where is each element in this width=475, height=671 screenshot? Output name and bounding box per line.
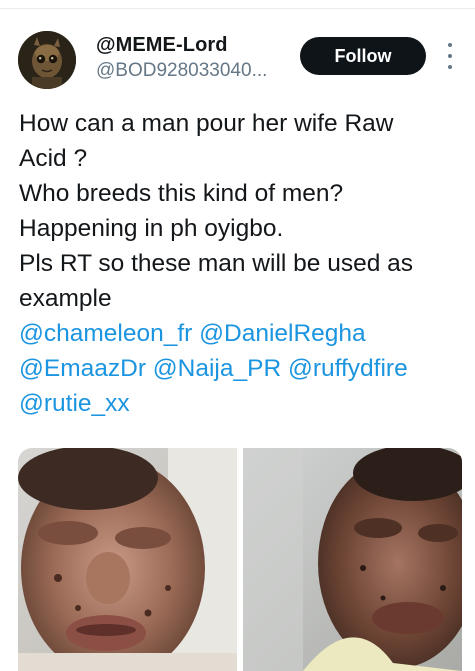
mention-link[interactable]: @rutie_xx xyxy=(19,390,130,417)
tweet-text-line: Happening in ph oyigbo. xyxy=(19,215,284,242)
more-dot xyxy=(448,54,452,58)
media-photo-1[interactable] xyxy=(18,448,237,671)
tweet-text-line: How can a man pour her wife Raw xyxy=(19,110,394,137)
mention-link[interactable]: @chameleon_fr xyxy=(19,320,192,347)
follow-button[interactable]: Follow xyxy=(300,37,426,75)
tweet-text: How can a man pour her wife Raw Acid ? W… xyxy=(19,106,459,316)
mentions: @chameleon_fr @DanielRegha @EmaazDr @Nai… xyxy=(19,316,469,421)
mention-link[interactable]: @ruffydfire xyxy=(288,355,408,382)
mention-line: @rutie_xx xyxy=(19,386,469,421)
media-grid xyxy=(18,448,462,671)
mention-link[interactable]: @EmaazDr xyxy=(19,355,146,382)
author-display-name[interactable]: @MEME-Lord xyxy=(96,34,228,57)
more-dot xyxy=(448,65,452,69)
tweet-text-line: Who breeds this kind of men? xyxy=(19,180,344,207)
mention-link[interactable]: @Naija_PR xyxy=(153,355,281,382)
photo-2 xyxy=(243,448,462,671)
mention-line: @EmaazDr @Naija_PR @ruffydfire xyxy=(19,351,469,386)
tweet-text-line: example xyxy=(19,285,112,312)
tweet-header: @MEME-Lord @BOD928033040... Follow xyxy=(0,0,475,95)
photo-1 xyxy=(18,448,237,671)
mention-link[interactable]: @DanielRegha xyxy=(199,320,366,347)
tweet-text-line: Acid ? xyxy=(19,145,88,172)
media-photo-2[interactable] xyxy=(243,448,462,671)
avatar-groot-icon xyxy=(18,31,76,89)
avatar[interactable] xyxy=(18,31,76,89)
more-dot xyxy=(448,43,452,47)
more-vertical-icon[interactable] xyxy=(443,43,457,69)
mention-line: @chameleon_fr @DanielRegha xyxy=(19,316,469,351)
tweet-text-line: Pls RT so these man will be used as xyxy=(19,250,414,277)
author-handle[interactable]: @BOD928033040... xyxy=(96,60,267,82)
